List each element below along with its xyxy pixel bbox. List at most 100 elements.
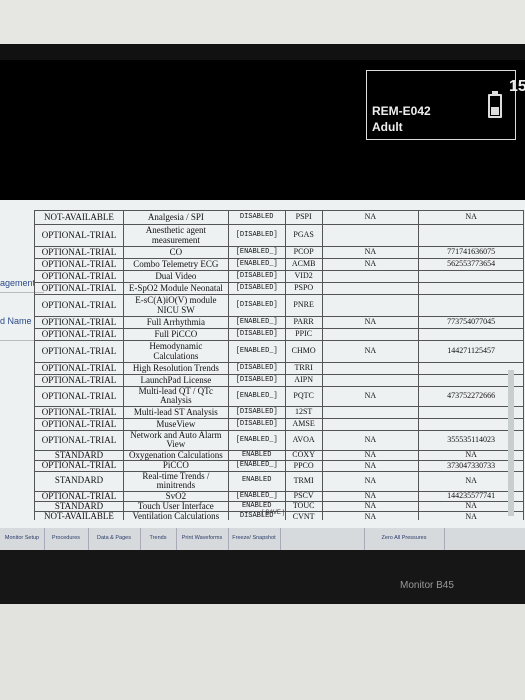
table-cell-code: PNRE [284,294,323,317]
table-cell-value [321,270,420,283]
table-cell-status: NOT-AVAILABLE [34,511,124,520]
screen-bottom [0,550,525,604]
toolbar-button-label: Zero All Pressures [381,535,427,542]
table-cell-state: [DISABLED] [227,224,286,247]
table-cell-value [321,294,420,317]
table-cell-status: NOT-AVAILABLE [34,210,124,225]
table-cell-state: [ENABLED_] [227,460,286,472]
table-cell-status: OPTIONAL-TRIAL [34,362,124,375]
save-button[interactable]: [ SAVE ] [262,510,284,516]
toolbar-button[interactable]: Print Waveforms [176,528,229,550]
table-cell-code: AIPN [284,374,323,387]
table-cell-status: OPTIONAL-TRIAL [34,294,124,317]
patient-category-label: Adult [372,120,403,134]
table-cell-code: COXY [284,449,323,462]
table-cell-state: [DISABLED] [227,362,286,375]
table-cell-code: CVNT [284,511,323,520]
table-cell-option: Multi-lead QT / QTc Analysis [122,386,229,407]
table-cell-option: CO [122,246,229,259]
table-row[interactable]: OPTIONAL-TRIAL MuseView [DISABLED] AMSE [34,417,524,431]
table-cell-status: OPTIONAL-TRIAL [34,340,124,363]
table-row[interactable]: OPTIONAL-TRIAL Multi-lead QT / QTc Analys… [34,386,524,407]
table-cell-status: OPTIONAL-TRIAL [34,490,124,502]
table-cell-code: TRRI [284,362,323,375]
table-cell-state: DISABLED [227,210,286,225]
table-cell-option: PiCCO [122,460,229,472]
device-bezel-bottom [0,604,525,700]
table-row[interactable]: OPTIONAL-TRIAL Multi-lead ST Analysis [DIS… [34,405,524,419]
header-number: 15 [509,78,525,95]
table-cell-option: Anesthetic agent measurement [122,224,229,247]
table-row[interactable]: STANDARD Oxygenation Calculations ENABLED C… [34,449,524,462]
table-row[interactable]: OPTIONAL-TRIAL Combo Telemetry ECG [ENABLE… [34,258,524,271]
toolbar-button[interactable]: Procedures [44,528,89,550]
toolbar-button[interactable]: Freeze/ Snapshot [228,528,281,550]
software-options-table: NOT-AVAILABLE Analgesia / SPI DISABLED PSPI… [34,210,524,520]
table-cell-option: Ventilation Calculations [122,511,229,520]
table-cell-state: [DISABLED] [227,405,286,419]
device-bezel-top [0,0,525,44]
table-cell-value: NA [321,210,420,225]
toolbar-button-label: Data & Pages [97,535,131,542]
toolbar-button[interactable]: Zero All Pressures [364,528,445,550]
table-cell-value [321,224,420,247]
table-cell-option: LaunchPad License [122,374,229,387]
table-cell-state: [ENABLED_] [227,258,286,271]
table-cell-status: OPTIONAL-TRIAL [34,282,124,295]
table-cell-option: E-SpO2 Module Neonatal [122,282,229,295]
table-row[interactable]: OPTIONAL-TRIAL High Resolution Trends [DIS… [34,362,524,375]
table-cell-option: Dual Video [122,270,229,283]
table-cell-code: 12ST [284,405,323,419]
table-cell-key: 773754077045 [418,316,524,329]
table-row[interactable]: OPTIONAL-TRIAL Hemodynamic Calculations [E… [34,340,524,363]
table-cell-code: AVOA [284,429,323,451]
table-cell-state: [DISABLED] [227,328,286,341]
table-cell-state: [DISABLED] [227,374,286,387]
toolbar-button[interactable]: Monitor Setup [0,528,45,550]
table-cell-state: [ENABLED_] [227,316,286,329]
table-row[interactable]: STANDARD Real-time Trends / minitrends ENA… [34,470,524,492]
scrollbar[interactable] [508,370,514,516]
toolbar-button[interactable]: Data & Pages [88,528,141,550]
table-row[interactable]: OPTIONAL-TRIAL Full PiCCO [DISABLED] PPIC [34,328,524,341]
table-cell-code: PARR [284,316,323,329]
table-row[interactable]: OPTIONAL-TRIAL LaunchPad License [DISABLED… [34,374,524,387]
table-cell-value: NA [321,449,420,462]
table-row[interactable]: OPTIONAL-TRIAL Full Arrhythmia [ENABLED_] P… [34,316,524,329]
table-cell-status: OPTIONAL-TRIAL [34,258,124,271]
table-row[interactable]: OPTIONAL-TRIAL CO [ENABLED_] PCOP NA 77174163… [34,246,524,259]
table-cell-code: PQTC [284,386,323,407]
table-row[interactable]: OPTIONAL-TRIAL E-sC(A)iO(V) module NICU S… [34,294,524,317]
table-cell-code: PSPI [284,210,323,225]
table-cell-key [418,224,524,247]
table-cell-value: NA [321,500,420,513]
table-row[interactable]: OPTIONAL-TRIAL Anesthetic agent measureme… [34,224,524,247]
table-cell-value [321,405,420,419]
table-cell-state: [ENABLED_] [227,490,286,502]
table-cell-state: [DISABLED] [227,294,286,317]
table-cell-option: Touch User Interface [122,500,229,513]
table-row[interactable]: OPTIONAL-TRIAL PiCCO [ENABLED_] PPCO NA 37304… [34,460,524,472]
table-row[interactable]: NOT-AVAILABLE Analgesia / SPI DISABLED PSPI… [34,210,524,225]
table-row[interactable]: OPTIONAL-TRIAL Network and Auto Alarm Vie… [34,429,524,451]
table-cell-status: OPTIONAL-TRIAL [34,374,124,387]
table-cell-key [418,282,524,295]
toolbar-button[interactable]: Trends [140,528,177,550]
table-cell-key: 562553773654 [418,258,524,271]
table-cell-option: Real-time Trends / minitrends [122,470,229,492]
table-cell-state: [ENABLED_] [227,386,286,407]
left-panel-label: d Name [0,316,32,326]
table-row[interactable]: OPTIONAL-TRIAL Dual Video [DISABLED] VID2 [34,270,524,283]
toolbar-button[interactable] [280,528,365,550]
toolbar-button-label: Freeze/ Snapshot [232,535,276,542]
table-row[interactable]: OPTIONAL-TRIAL SvO2 [ENABLED_] PSCV NA 144235… [34,490,524,502]
table-cell-code: PSCV [284,490,323,502]
table-cell-key: NA [418,210,524,225]
toolbar-button[interactable] [444,528,525,550]
table-cell-state: ENABLED [227,470,286,492]
table-row[interactable]: OPTIONAL-TRIAL E-SpO2 Module Neonatal [DIS… [34,282,524,295]
toolbar-button-label: Trends [149,535,167,542]
service-screen: agement d Name NOT-AVAILABLE Analgesia / … [0,200,525,548]
table-cell-key: 771741636075 [418,246,524,259]
table-cell-status: OPTIONAL-TRIAL [34,328,124,341]
